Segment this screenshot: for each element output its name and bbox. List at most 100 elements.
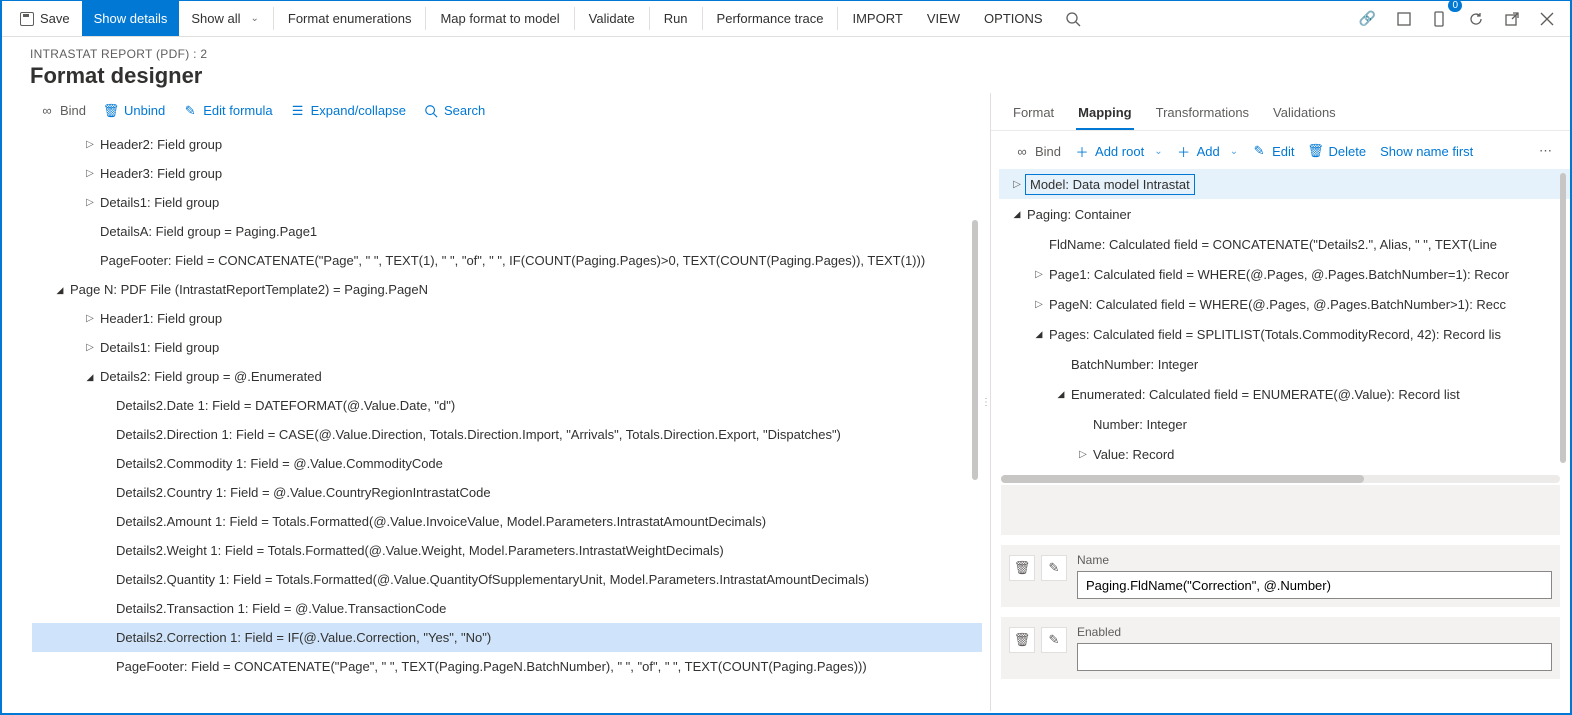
import-menu[interactable]: IMPORT bbox=[840, 1, 914, 36]
caret-down-icon[interactable]: ◢ bbox=[1009, 209, 1025, 220]
tree-row[interactable]: Details2.Transaction 1: Field = @.Value.… bbox=[32, 594, 982, 623]
delete-button[interactable]: 🗑 Delete bbox=[1303, 140, 1373, 163]
tree-row[interactable]: Details2.Commodity 1: Field = @.Value.Co… bbox=[32, 449, 982, 478]
prop-enabled-input[interactable] bbox=[1077, 643, 1552, 671]
attach-button[interactable]: 🔗 bbox=[1349, 1, 1386, 36]
prop-name-label: Name bbox=[1077, 553, 1552, 567]
prop-name-input[interactable] bbox=[1077, 571, 1552, 599]
tree-row[interactable]: ▷Value: Record bbox=[999, 439, 1570, 469]
options-menu[interactable]: OPTIONS bbox=[972, 1, 1055, 36]
edit-formula-label: Edit formula bbox=[203, 103, 272, 118]
tree-label: Header1: Field group bbox=[98, 305, 222, 333]
tree-row[interactable]: ◢Pages: Calculated field = SPLITLIST(Tot… bbox=[999, 319, 1570, 349]
tree-row[interactable]: Details2.Amount 1: Field = Totals.Format… bbox=[32, 507, 982, 536]
caret-down-icon[interactable]: ◢ bbox=[82, 363, 98, 391]
unbind-button[interactable]: 🗑 Unbind bbox=[96, 99, 173, 122]
right-scrollbar-h[interactable] bbox=[1001, 475, 1560, 483]
r-bind-button[interactable]: ∞ Bind bbox=[1009, 140, 1067, 163]
tree-row[interactable]: ◢Page N: PDF File (IntrastatReportTempla… bbox=[32, 275, 982, 304]
splitter[interactable]: ⋮ bbox=[982, 93, 990, 711]
left-scrollbar[interactable] bbox=[972, 220, 978, 480]
popout-button[interactable] bbox=[1494, 1, 1530, 36]
caret-right-icon[interactable]: ▷ bbox=[82, 189, 98, 217]
show-details-button[interactable]: Show details bbox=[82, 1, 180, 36]
notifications-button[interactable]: 0 bbox=[1422, 1, 1458, 36]
tree-row[interactable]: FldName: Calculated field = CONCATENATE(… bbox=[999, 229, 1570, 259]
tree-label: Enumerated: Calculated field = ENUMERATE… bbox=[1069, 387, 1460, 402]
tree-row[interactable]: ▷PageN: Calculated field = WHERE(@.Pages… bbox=[999, 289, 1570, 319]
edit-formula-button[interactable]: ✎ Edit formula bbox=[175, 99, 280, 122]
tree-row[interactable]: Details2.Correction 1: Field = IF(@.Valu… bbox=[32, 623, 982, 652]
search-button-left[interactable]: Search bbox=[416, 99, 493, 122]
tree-row[interactable]: Details2.Date 1: Field = DATEFORMAT(@.Va… bbox=[32, 391, 982, 420]
map-format-label: Map format to model bbox=[440, 11, 559, 26]
run-button[interactable]: Run bbox=[652, 1, 700, 36]
tree-row[interactable]: ◢Paging: Container bbox=[999, 199, 1570, 229]
search-button[interactable] bbox=[1055, 1, 1091, 36]
edit-button[interactable]: ✎ Edit bbox=[1246, 140, 1300, 163]
close-button[interactable] bbox=[1530, 1, 1564, 36]
caret-right-icon[interactable]: ▷ bbox=[82, 305, 98, 333]
tree-row[interactable]: Details2.Direction 1: Field = CASE(@.Val… bbox=[32, 420, 982, 449]
office-button[interactable] bbox=[1386, 1, 1422, 36]
caret-right-icon[interactable]: ▷ bbox=[1031, 269, 1047, 280]
caret-down-icon[interactable]: ◢ bbox=[1031, 329, 1047, 340]
tree-row[interactable]: ▷Model: Data model Intrastat bbox=[999, 169, 1570, 199]
tab-mapping[interactable]: Mapping bbox=[1076, 99, 1133, 130]
show-name-first-button[interactable]: Show name first bbox=[1374, 140, 1479, 163]
validate-label: Validate bbox=[589, 11, 635, 26]
right-scrollbar-v[interactable] bbox=[1560, 173, 1566, 463]
tree-row[interactable]: ▷Details1: Field group bbox=[32, 188, 982, 217]
tree-label: Header2: Field group bbox=[98, 131, 222, 159]
tree-row[interactable]: ▷Header3: Field group bbox=[32, 159, 982, 188]
tree-row[interactable]: ▷Header2: Field group bbox=[32, 130, 982, 159]
add-button[interactable]: ＋ Add ⌄ bbox=[1171, 140, 1245, 163]
tree-row[interactable]: Details2.Country 1: Field = @.Value.Coun… bbox=[32, 478, 982, 507]
save-button[interactable]: Save bbox=[8, 1, 82, 36]
tree-row[interactable]: ▷Details1: Field group bbox=[32, 333, 982, 362]
caret-down-icon[interactable]: ◢ bbox=[1053, 389, 1069, 400]
tree-row[interactable]: ◢Details2: Field group = @.Enumerated bbox=[32, 362, 982, 391]
refresh-button[interactable] bbox=[1458, 1, 1494, 36]
caret-right-icon[interactable]: ▷ bbox=[1009, 179, 1025, 190]
tree-row[interactable]: PageFooter: Field = CONCATENATE("Page", … bbox=[32, 652, 982, 681]
scroll-thumb[interactable] bbox=[1001, 475, 1364, 483]
prop-delete-button[interactable]: 🗑 bbox=[1009, 627, 1035, 653]
tree-row[interactable]: ▷Page1: Calculated field = WHERE(@.Pages… bbox=[999, 259, 1570, 289]
caret-right-icon[interactable]: ▷ bbox=[1075, 449, 1091, 460]
view-menu[interactable]: VIEW bbox=[915, 1, 972, 36]
tab-validations[interactable]: Validations bbox=[1271, 99, 1338, 130]
pencil-icon: ✎ bbox=[1049, 632, 1060, 648]
perf-trace-button[interactable]: Performance trace bbox=[705, 1, 836, 36]
bind-button[interactable]: ∞ Bind bbox=[32, 99, 94, 122]
validate-button[interactable]: Validate bbox=[577, 1, 647, 36]
prop-edit-button[interactable]: ✎ bbox=[1041, 627, 1067, 653]
format-enumerations-button[interactable]: Format enumerations bbox=[276, 1, 424, 36]
prop-delete-button[interactable]: 🗑 bbox=[1009, 555, 1035, 581]
caret-right-icon[interactable]: ▷ bbox=[82, 334, 98, 362]
tab-transformations[interactable]: Transformations bbox=[1154, 99, 1251, 130]
tree-label: Page N: PDF File (IntrastatReportTemplat… bbox=[68, 276, 428, 304]
tree-row[interactable]: ▷Header1: Field group bbox=[32, 304, 982, 333]
prop-edit-button[interactable]: ✎ bbox=[1041, 555, 1067, 581]
caret-right-icon[interactable]: ▷ bbox=[82, 160, 98, 188]
caret-down-icon[interactable]: ◢ bbox=[52, 276, 68, 304]
tree-row[interactable]: PageFooter: Field = CONCATENATE("Page", … bbox=[32, 246, 982, 275]
tree-row[interactable]: Number: Integer bbox=[999, 409, 1570, 439]
tree-row[interactable]: ◢Enumerated: Calculated field = ENUMERAT… bbox=[999, 379, 1570, 409]
tab-format[interactable]: Format bbox=[1011, 99, 1056, 130]
prop-actions: 🗑 ✎ bbox=[1009, 553, 1067, 581]
more-button[interactable]: ⋯ bbox=[1531, 139, 1560, 163]
add-root-button[interactable]: ＋ Add root ⌄ bbox=[1069, 140, 1169, 163]
tree-row[interactable]: Details2.Quantity 1: Field = Totals.Form… bbox=[32, 565, 982, 594]
caret-right-icon[interactable]: ▷ bbox=[1031, 299, 1047, 310]
expand-collapse-button[interactable]: ☰ Expand/collapse bbox=[283, 99, 414, 122]
tree-row[interactable]: BatchNumber: Integer bbox=[999, 349, 1570, 379]
show-all-button[interactable]: Show all ⌄ bbox=[179, 1, 271, 36]
unbind-label: Unbind bbox=[124, 103, 165, 118]
tree-row[interactable]: DetailsA: Field group = Paging.Page1 bbox=[32, 217, 982, 246]
caret-right-icon[interactable]: ▷ bbox=[82, 131, 98, 159]
map-format-button[interactable]: Map format to model bbox=[428, 1, 571, 36]
tree-row[interactable]: Details2.Weight 1: Field = Totals.Format… bbox=[32, 536, 982, 565]
separator bbox=[425, 7, 426, 30]
